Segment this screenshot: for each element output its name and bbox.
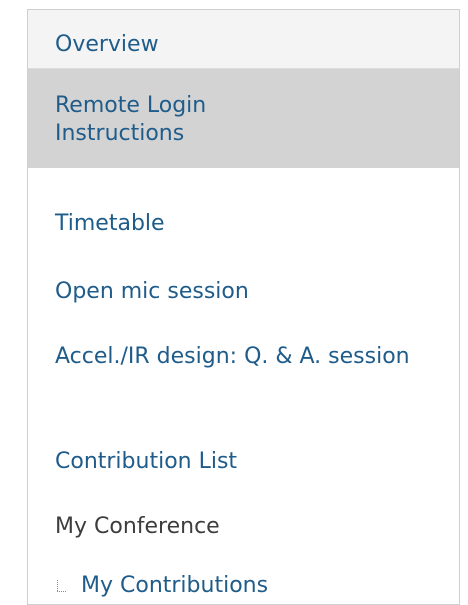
menu-item-contribution-list[interactable]: Contribution List [28, 448, 459, 476]
menu-item-label: Overview [55, 32, 159, 57]
tree-branch-icon [55, 580, 67, 594]
menu-item-remote-login-instructions[interactable]: Remote Login Instructions [28, 69, 459, 168]
menu-section-label: My Conference [55, 514, 220, 539]
menu-item-overview[interactable]: Overview [28, 10, 459, 69]
menu-item-label: Timetable [55, 211, 165, 236]
menu-section-my-conference: My Conference [28, 513, 459, 541]
menu-item-label: Contribution List [55, 449, 238, 474]
conference-sidebar-menu: Overview Remote Login Instructions Timet… [27, 9, 460, 605]
menu-item-open-mic-session[interactable]: Open mic session [28, 278, 459, 306]
menu-item-label: Accel./IR design: Q. & A. session [55, 344, 410, 369]
menu-item-label: Remote Login Instructions [55, 93, 207, 146]
menu-item-label: My Contributions [81, 573, 269, 598]
menu-item-timetable[interactable]: Timetable [28, 210, 459, 238]
menu-item-accel-ir-design-qa-session[interactable]: Accel./IR design: Q. & A. session [28, 343, 459, 371]
menu-item-label: Open mic session [55, 279, 249, 304]
menu-item-my-contributions[interactable]: My Contributions [28, 572, 459, 600]
